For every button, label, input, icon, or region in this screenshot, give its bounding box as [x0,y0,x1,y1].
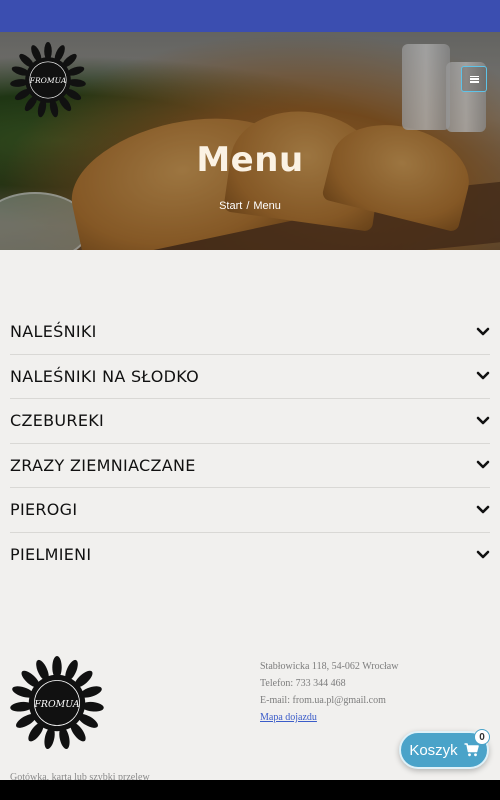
menu-category-label: NALEŚNIKI [10,322,97,342]
phone-text: Telefon: 733 344 468 [260,678,346,689]
menu-category-list: NALEŚNIKI NALEŚNIKI NA SŁODKO CZEBUREKI … [10,310,490,577]
top-bar [0,0,500,32]
chevron-down-icon [476,505,490,514]
chevron-down-icon [476,550,490,559]
breadcrumb-current: Menu [253,200,281,212]
map-link[interactable]: Mapa dojazdu [260,712,317,723]
svg-text:FROMUA: FROMUA [29,76,67,85]
menu-category-label: ZRAZY ZIEMNIACZANE [10,455,196,475]
hamburger-menu-button[interactable] [461,66,487,92]
hamburger-icon [469,75,479,83]
menu-category-label: PIELMIENI [10,545,92,565]
contact-info: Stabłowicka 118, 54-062 Wrocław Telefon:… [260,658,490,726]
address-text: Stabłowicka 118, 54-062 Wrocław [260,661,399,672]
cart-icon [464,743,479,757]
chevron-down-icon [476,371,490,380]
menu-category-pielmieni[interactable]: PIELMIENI [10,533,490,578]
menu-category-pierogi[interactable]: PIEROGI [10,488,490,533]
footer-logo[interactable]: FROMUA [10,656,104,750]
chevron-down-icon [476,416,490,425]
page-title: Menu [196,140,304,180]
bottom-bar [0,780,500,800]
menu-category-label: PIEROGI [10,500,78,520]
menu-category-czebureki[interactable]: CZEBUREKI [10,399,490,444]
svg-text:FROMUA: FROMUA [33,699,79,710]
cart-label: Koszyk [409,741,458,759]
chevron-down-icon [476,327,490,336]
menu-category-zrazy-ziemniaczane[interactable]: ZRAZY ZIEMNIACZANE [10,444,490,488]
menu-category-label: NALEŚNIKI NA SŁODKO [10,366,200,386]
cart-count-badge: 0 [474,729,490,745]
site-logo[interactable]: FROMUA [10,42,86,118]
breadcrumb-separator: / [246,200,250,212]
menu-category-nalesniki-na-slodko[interactable]: NALEŚNIKI NA SŁODKO [10,355,490,399]
breadcrumb: Start / Menu [0,200,500,212]
breadcrumb-home-link[interactable]: Start [219,200,242,212]
menu-category-nalesniki[interactable]: NALEŚNIKI [10,310,490,355]
menu-category-label: CZEBUREKI [10,411,105,431]
chevron-down-icon [476,460,490,469]
email-text: E-mail: from.ua.pl@gmail.com [260,695,386,706]
